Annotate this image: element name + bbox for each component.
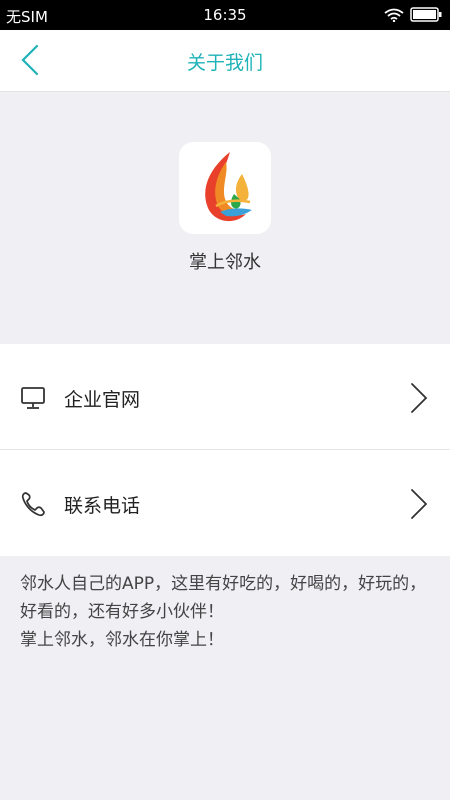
about-line-2: 掌上邻水，邻水在你掌上！ xyxy=(20,630,224,650)
page-title: 关于我们 xyxy=(186,52,263,74)
monitor-icon xyxy=(20,385,46,411)
chevron-right-icon xyxy=(410,488,428,520)
nav-bar: 关于我们 xyxy=(0,30,450,92)
status-icons xyxy=(384,7,442,26)
app-name: 掌上邻水 xyxy=(189,252,261,273)
chevron-right-icon xyxy=(410,382,428,414)
menu-item-label: 企业官网 xyxy=(64,389,141,411)
app-logo xyxy=(179,142,271,234)
status-bar: 无SIM 16:35 xyxy=(0,0,450,30)
menu-item-label: 联系电话 xyxy=(64,495,141,517)
battery-icon xyxy=(410,7,442,26)
menu-item-phone[interactable]: 联系电话 xyxy=(0,450,450,556)
about-line-1: 邻水人自己的APP，这里有好吃的，好喝的，好玩的，好看的，还有好多小伙伴！ xyxy=(20,574,427,622)
wifi-icon xyxy=(384,8,404,26)
menu-list: 企业官网 联系电话 xyxy=(0,344,450,556)
phone-icon xyxy=(20,491,46,517)
status-time: 16:35 xyxy=(203,6,247,24)
menu-item-website[interactable]: 企业官网 xyxy=(0,344,450,450)
app-header: 掌上邻水 xyxy=(0,92,450,344)
flame-water-drop-logo xyxy=(205,152,252,222)
about-description: 邻水人自己的APP，这里有好吃的，好喝的，好玩的，好看的，还有好多小伙伴！ 掌上… xyxy=(20,570,434,654)
